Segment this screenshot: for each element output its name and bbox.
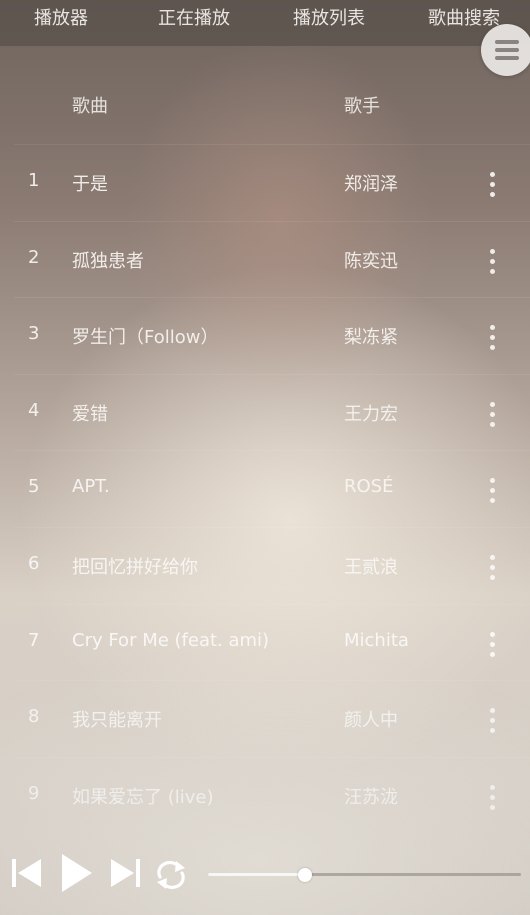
previous-icon[interactable] bbox=[10, 856, 44, 890]
artist-name[interactable]: 陈奕迅 bbox=[344, 247, 398, 273]
table-row[interactable]: 3 罗生门（Follow） 梨冻紧 bbox=[14, 297, 530, 373]
artist-name[interactable]: 郑润泽 bbox=[344, 170, 398, 196]
artist-name[interactable]: 梨冻紧 bbox=[344, 323, 398, 349]
player-bar bbox=[0, 840, 530, 915]
more-options-icon[interactable] bbox=[490, 401, 496, 428]
song-title[interactable]: APT. bbox=[72, 476, 110, 497]
artist-name[interactable]: 王力宏 bbox=[344, 400, 398, 426]
table-row[interactable]: 9 如果爱忘了 (live) 汪苏泷 bbox=[14, 756, 530, 833]
more-options-icon[interactable] bbox=[490, 555, 496, 581]
column-header-song: 歌曲 bbox=[72, 96, 108, 117]
table-row[interactable]: 7 Cry For Me (feat. ami) Michita bbox=[14, 603, 530, 680]
song-title[interactable]: 爱错 bbox=[72, 400, 108, 426]
table-row[interactable]: 8 我只能离开 颜人中 bbox=[14, 680, 530, 756]
play-icon[interactable] bbox=[58, 852, 94, 894]
more-options-icon[interactable] bbox=[490, 248, 496, 275]
more-options-icon[interactable] bbox=[490, 172, 496, 198]
song-title[interactable]: 孤独患者 bbox=[72, 247, 144, 273]
tab-now-playing[interactable]: 正在播放 bbox=[158, 0, 230, 40]
song-title[interactable]: Cry For Me (feat. ami) bbox=[72, 630, 269, 651]
more-options-icon[interactable] bbox=[490, 325, 496, 351]
row-number: 5 bbox=[28, 476, 40, 498]
artist-name[interactable]: 颜人中 bbox=[344, 706, 398, 732]
table-row[interactable]: 1 于是 郑润泽 bbox=[14, 144, 530, 220]
song-title[interactable]: 罗生门（Follow） bbox=[72, 323, 218, 349]
progress-fill bbox=[208, 873, 306, 876]
repeat-icon[interactable] bbox=[153, 858, 189, 892]
more-options-icon[interactable] bbox=[490, 708, 496, 734]
artist-name[interactable]: Michita bbox=[344, 630, 409, 651]
column-header-artist: 歌手 bbox=[344, 96, 380, 117]
more-options-icon[interactable] bbox=[490, 631, 496, 658]
song-title[interactable]: 如果爱忘了 (live) bbox=[72, 783, 214, 809]
song-title[interactable]: 把回忆拼好给你 bbox=[72, 553, 198, 579]
row-number: 7 bbox=[28, 629, 40, 651]
more-options-icon[interactable] bbox=[490, 478, 496, 504]
row-number: 1 bbox=[28, 170, 40, 191]
menu-icon-bar bbox=[495, 48, 519, 52]
artist-name[interactable]: ROSÉ bbox=[344, 476, 393, 497]
row-number: 9 bbox=[28, 782, 40, 804]
artist-name[interactable]: 汪苏泷 bbox=[344, 783, 398, 809]
table-row[interactable]: 4 爱错 王力宏 bbox=[14, 373, 530, 450]
row-number: 3 bbox=[28, 323, 40, 345]
progress-knob[interactable] bbox=[298, 868, 313, 882]
song-title[interactable]: 于是 bbox=[72, 170, 108, 196]
menu-icon bbox=[495, 40, 519, 44]
next-icon[interactable] bbox=[108, 856, 142, 890]
table-row[interactable]: 5 APT. ROSÉ bbox=[14, 450, 530, 526]
top-nav: 播放器 正在播放 播放列表 歌曲搜索 bbox=[0, 0, 530, 46]
table-header: 歌曲 歌手 bbox=[0, 68, 530, 142]
tab-player[interactable]: 播放器 bbox=[34, 0, 88, 40]
menu-icon-bar bbox=[495, 56, 519, 60]
row-number: 2 bbox=[28, 246, 40, 268]
artist-name[interactable]: 王贰浪 bbox=[344, 553, 398, 579]
tab-playlist[interactable]: 播放列表 bbox=[293, 0, 365, 40]
row-number: 8 bbox=[28, 706, 40, 728]
table-row[interactable]: 2 孤独患者 陈奕迅 bbox=[14, 220, 530, 297]
song-title[interactable]: 我只能离开 bbox=[72, 706, 162, 732]
row-number: 4 bbox=[28, 399, 40, 421]
more-options-icon[interactable] bbox=[490, 784, 496, 811]
progress-slider[interactable] bbox=[208, 868, 521, 882]
table-row[interactable]: 6 把回忆拼好给你 王贰浪 bbox=[14, 527, 530, 603]
row-number: 6 bbox=[28, 553, 40, 574]
